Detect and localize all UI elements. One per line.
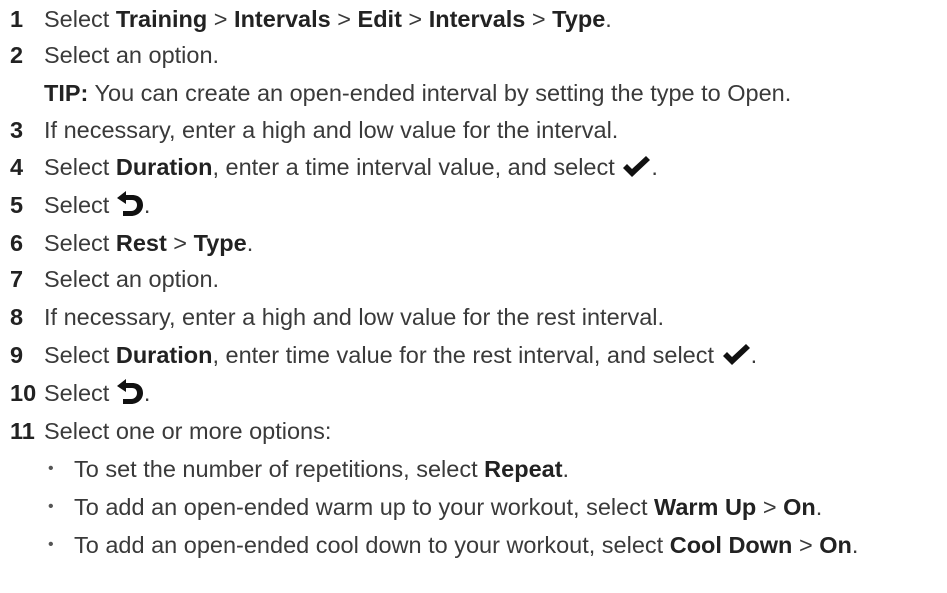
menu-type: Type [552,6,606,32]
bullet-item: • To add an open-ended warm up to your wo… [48,490,822,524]
step-number: 5 [10,192,24,218]
menu-intervals: Intervals [428,6,526,32]
step-number: 10 [10,380,37,406]
step-number: 3 [10,117,24,143]
step-6: 6 Select Rest > Type. [10,226,253,260]
step-3: 3 If necessary, enter a high and low valu… [10,113,618,147]
menu-duration: Duration [115,154,213,180]
step-11: 11 Select one or more options: [10,414,331,448]
checkmark-icon [621,154,651,188]
step-number: 7 [10,266,24,292]
menu-repeat: Repeat [484,456,563,482]
menu-rest: Rest [115,230,167,256]
step-number: 6 [10,230,24,256]
step-number: 1 [10,6,24,32]
step-number: 11 [10,418,35,444]
menu-intervals: Intervals [234,6,331,32]
step-number: 8 [10,304,24,330]
back-arrow-icon [116,191,144,226]
menu-duration: Duration [115,342,213,368]
menu-on: On [819,532,852,558]
tip-note: TIP: You can create an open-ended interv… [44,80,792,106]
step-number: 4 [10,154,24,180]
step-8: 8 If necessary, enter a high and low valu… [10,300,664,334]
step-7: 7 Select an option. [10,262,219,296]
bullet-dot: • [48,460,54,477]
bullet-dot: • [48,536,54,553]
checkmark-icon [721,342,751,376]
step-number: 2 [10,42,24,68]
tip-label: TIP: [44,80,89,106]
menu-on: On [783,494,816,520]
bullet-dot: • [48,498,54,515]
menu-cool-down: Cool Down [669,532,793,558]
step-1: 1 Select Training > Intervals > Edit > In… [10,2,612,36]
step-number: 9 [10,342,24,368]
menu-training: Training [115,6,208,32]
step-5: 5 Select . [10,188,150,222]
step-2: 2 Select an option. [10,38,219,72]
menu-type: Type [193,230,247,256]
menu-edit: Edit [357,6,402,32]
bullet-item: • To set the number of repetitions, selec… [48,452,569,486]
step-4: 4 Select Duration, enter a time interval … [10,150,658,184]
step-10: 10 Select . [10,376,150,410]
step-9: 9 Select Duration, enter time value for t… [10,338,757,372]
menu-warm-up: Warm Up [654,494,757,520]
bullet-item: • To add an open-ended cool down to your … [48,528,858,562]
back-arrow-icon [116,379,144,414]
